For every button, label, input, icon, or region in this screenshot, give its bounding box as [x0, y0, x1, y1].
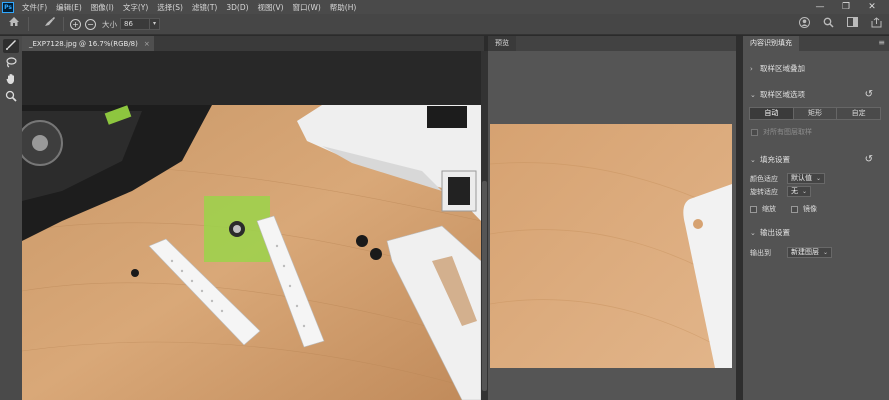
- mirror-row[interactable]: 镜像: [791, 204, 817, 214]
- photoshop-logo-icon: Ps: [2, 1, 14, 13]
- sample-all-layers-label: 对所有图层取样: [763, 128, 812, 136]
- scale-label: 缩放: [762, 205, 776, 213]
- output-to-label: 输出到: [750, 248, 771, 257]
- content-aware-fill-panel: 内容识别填充 ≡ › 取样区域叠加 ⌄ 取样区域选项 ↺ 自动 矩形 自定 对所…: [743, 36, 889, 400]
- workspace-icon[interactable]: [845, 17, 859, 31]
- tools-panel: [0, 36, 22, 400]
- rotation-adapt-row: 旋转适应 无 ⌄: [750, 186, 812, 197]
- chevron-down-icon: ⌄: [750, 155, 756, 164]
- color-adapt-dropdown[interactable]: 默认值 ⌄: [787, 173, 826, 184]
- scale-row[interactable]: 缩放: [750, 204, 776, 214]
- mirror-checkbox[interactable]: [791, 205, 798, 213]
- color-adapt-value: 默认值: [791, 174, 812, 182]
- sampling-options-label: 取样区域选项: [760, 90, 805, 99]
- menu-help[interactable]: 帮助(H): [330, 2, 357, 13]
- color-adapt-row: 颜色适应 默认值 ⌄: [750, 173, 826, 184]
- panel-tab-bar: 内容识别填充 ≡: [743, 36, 889, 51]
- close-window-button[interactable]: ✕: [859, 0, 885, 14]
- preview-tab-bar: 预览: [488, 36, 736, 51]
- output-to-value: 新建图层: [791, 248, 819, 256]
- menu-type[interactable]: 文字(Y): [123, 2, 148, 13]
- scale-checkbox[interactable]: [750, 205, 757, 213]
- sampling-brush-tool-icon[interactable]: [3, 39, 19, 53]
- fill-settings-label: 填充设置: [760, 155, 790, 164]
- panel-divider[interactable]: [736, 36, 743, 400]
- output-settings-header[interactable]: ⌄ 输出设置: [743, 226, 889, 239]
- minimize-button[interactable]: —: [807, 0, 833, 14]
- zoom-tool-icon[interactable]: [3, 90, 19, 104]
- sampling-options-header[interactable]: ⌄ 取样区域选项 ↺: [743, 88, 889, 101]
- document-canvas[interactable]: [22, 51, 481, 400]
- sampling-mode-segmented: 自动 矩形 自定: [749, 107, 881, 120]
- mirror-label: 镜像: [803, 205, 817, 213]
- maximize-button[interactable]: ❐: [833, 0, 859, 14]
- menu-bar: Ps 文件(F) 编辑(E) 图像(I) 文字(Y) 选择(S) 滤镜(T) 3…: [0, 0, 889, 14]
- output-to-dropdown[interactable]: 新建图层 ⌄: [787, 247, 833, 258]
- document-tab[interactable]: _EXP7128.jpg @ 16.7%(RGB/8) ×: [22, 36, 154, 51]
- separator: [28, 17, 29, 31]
- mode-rectangle-button[interactable]: 矩形: [793, 108, 838, 119]
- home-icon[interactable]: [6, 16, 22, 32]
- reset-sampling-icon[interactable]: ↺: [865, 89, 873, 100]
- brush-tool-preset-icon[interactable]: [41, 16, 57, 32]
- chevron-down-icon: ⌄: [750, 90, 756, 99]
- hand-tool-icon[interactable]: [3, 73, 19, 87]
- chevron-down-icon: ⌄: [816, 175, 822, 182]
- preview-image[interactable]: [490, 124, 732, 368]
- lasso-tool-icon[interactable]: [3, 56, 19, 70]
- color-adapt-label: 颜色适应: [750, 174, 778, 183]
- sample-all-layers-checkbox[interactable]: [751, 128, 758, 136]
- add-to-selection-button[interactable]: +: [70, 18, 81, 30]
- menu-edit[interactable]: 编辑(E): [56, 2, 82, 13]
- canvas-image: [22, 105, 481, 400]
- sampling-options-section: ⌄ 取样区域选项 ↺: [743, 88, 889, 101]
- rotation-adapt-dropdown[interactable]: 无 ⌄: [787, 186, 812, 197]
- close-document-icon[interactable]: ×: [144, 40, 150, 48]
- size-input[interactable]: 86: [120, 18, 150, 30]
- subtract-from-selection-button[interactable]: −: [85, 18, 96, 30]
- output-settings-section: ⌄ 输出设置: [743, 226, 889, 239]
- user-icon[interactable]: [797, 17, 811, 31]
- fill-settings-header[interactable]: ⌄ 填充设置 ↺: [743, 153, 889, 166]
- preview-panel: 预览: [488, 36, 736, 400]
- output-to-row: 输出到 新建图层 ⌄: [750, 247, 833, 258]
- menu-file[interactable]: 文件(F): [22, 2, 47, 13]
- mode-custom-button[interactable]: 自定: [837, 108, 881, 119]
- menu-filter[interactable]: 滤镜(T): [192, 2, 217, 13]
- chevron-down-icon: ⌄: [750, 228, 756, 237]
- fill-settings-section: ⌄ 填充设置 ↺: [743, 153, 889, 166]
- separator: [63, 17, 64, 31]
- tab-content-aware-fill[interactable]: 内容识别填充: [743, 36, 799, 51]
- scrollbar-thumb[interactable]: [482, 181, 487, 391]
- sampling-overlay-header[interactable]: › 取样区域叠加: [743, 62, 889, 75]
- panel-menu-icon[interactable]: ≡: [878, 38, 885, 47]
- reset-fill-icon[interactable]: ↺: [865, 154, 873, 165]
- share-icon[interactable]: [869, 17, 883, 31]
- document-tab-bar: _EXP7128.jpg @ 16.7%(RGB/8) ×: [22, 36, 484, 51]
- options-bar: + − 大小 86 ▾: [0, 14, 889, 35]
- rotation-adapt-value: 无: [791, 187, 798, 195]
- mode-auto-button[interactable]: 自动: [750, 108, 794, 119]
- chevron-down-icon: ⌄: [823, 249, 829, 256]
- document-tab-title: _EXP7128.jpg @ 16.7%(RGB/8): [29, 39, 138, 48]
- chevron-down-icon: ⌄: [802, 188, 808, 195]
- size-label: 大小: [102, 19, 117, 29]
- menu-view[interactable]: 视图(V): [258, 2, 284, 13]
- menu-select[interactable]: 选择(S): [157, 2, 183, 13]
- canvas-vertical-scrollbar[interactable]: [481, 51, 488, 400]
- search-icon[interactable]: [821, 17, 835, 31]
- size-dropdown-arrow-icon[interactable]: ▾: [150, 18, 160, 30]
- menu-window[interactable]: 窗口(W): [293, 2, 321, 13]
- sampling-overlay-label: 取样区域叠加: [760, 64, 805, 73]
- tab-preview[interactable]: 预览: [488, 36, 516, 51]
- menu-3d[interactable]: 3D(D): [226, 3, 248, 12]
- menu-image[interactable]: 图像(I): [91, 2, 114, 13]
- rotation-adapt-label: 旋转适应: [750, 187, 778, 196]
- sample-all-layers-row[interactable]: 对所有图层取样: [751, 127, 812, 137]
- sampling-overlay-section: › 取样区域叠加: [743, 62, 889, 75]
- output-settings-label: 输出设置: [760, 228, 790, 237]
- chevron-right-icon: ›: [750, 64, 753, 73]
